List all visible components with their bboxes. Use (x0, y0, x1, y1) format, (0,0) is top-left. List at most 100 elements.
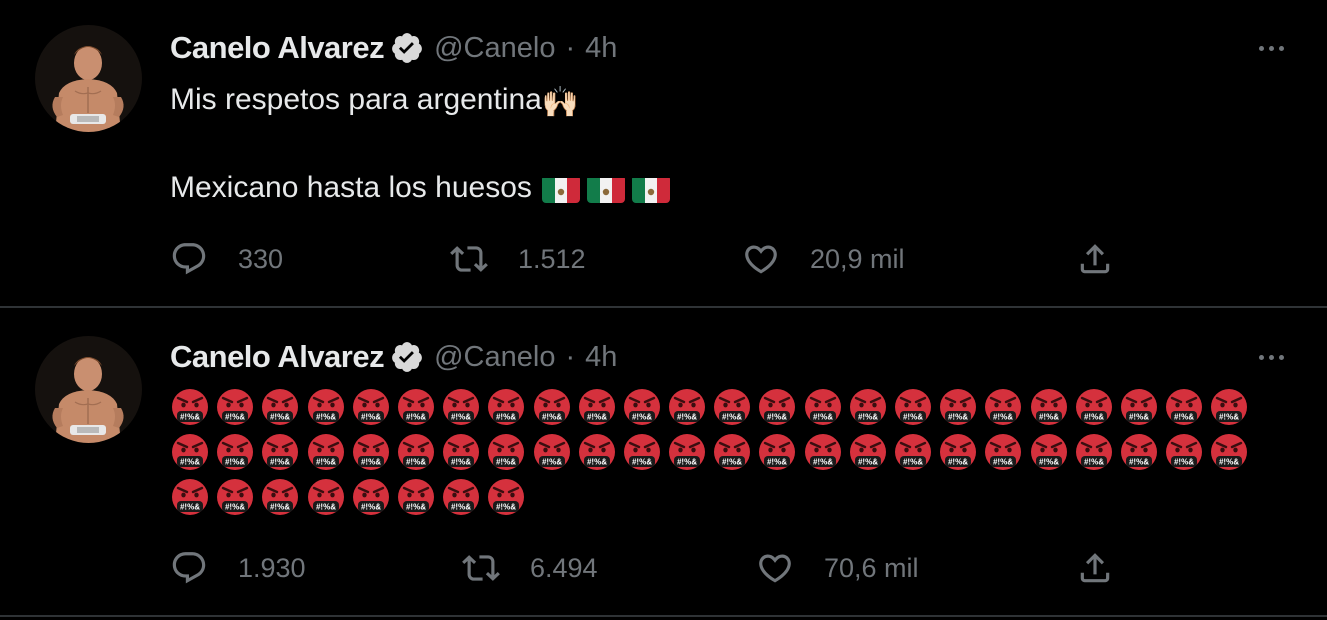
face-with-symbols-on-mouth-emoji: #!%& (533, 434, 570, 470)
retweet-button[interactable]: 1.512 (450, 239, 586, 279)
face-with-symbols-on-mouth-emoji: #!%& (759, 434, 796, 470)
svg-text:#!%&: #!%& (767, 458, 787, 467)
face-with-symbols-on-mouth-emoji: #!%& (488, 479, 525, 515)
author-name[interactable]: Canelo Alvarez (170, 30, 385, 66)
svg-text:#!%&: #!%& (1219, 458, 1239, 467)
svg-text:#!%&: #!%& (587, 458, 607, 467)
face-with-symbols-on-mouth-emoji: #!%& (714, 434, 751, 470)
author-name[interactable]: Canelo Alvarez (170, 339, 385, 375)
like-button[interactable]: 20,9 mil (742, 239, 905, 279)
face-with-symbols-on-mouth-emoji: #!%& (443, 434, 480, 470)
svg-text:#!%&: #!%& (1219, 413, 1239, 422)
tweet-text-line: Mexicano hasta los huesos (170, 166, 1280, 210)
tweet-text-content: Mexicano hasta los huesos (170, 171, 532, 204)
tweet[interactable]: Canelo Alvarez @Canelo · 4h Mis respetos… (0, 0, 1327, 308)
svg-text:#!%&: #!%& (722, 413, 742, 422)
svg-text:#!%&: #!%& (767, 413, 787, 422)
svg-text:#!%&: #!%& (406, 458, 426, 467)
emoji-row: #!%& #!%& #!%& #!%& #!%& #!%& #!%& #!%& (170, 476, 1270, 521)
tweet-actions: 330 1.512 20,9 mil (170, 239, 1130, 279)
face-with-symbols-on-mouth-emoji: #!%& (217, 389, 254, 425)
svg-text:#!%&: #!%& (225, 458, 245, 467)
tweet-text-content: Mis respetos para argentina (170, 83, 542, 116)
face-with-symbols-on-mouth-emoji: #!%& (940, 389, 977, 425)
face-with-symbols-on-mouth-emoji: #!%& (172, 479, 208, 515)
mexico-flag-emoji (586, 175, 625, 203)
svg-text:#!%&: #!%& (632, 458, 652, 467)
face-with-symbols-on-mouth-emoji: #!%& (443, 479, 480, 515)
face-with-symbols-on-mouth-emoji: #!%& (1211, 434, 1248, 470)
more-button[interactable] (1251, 30, 1291, 66)
svg-text:#!%&: #!%& (948, 413, 968, 422)
share-button[interactable] (1076, 239, 1114, 279)
face-with-symbols-on-mouth-emoji: #!%& (307, 389, 344, 425)
svg-text:#!%&: #!%& (1174, 458, 1194, 467)
face-with-symbols-on-mouth-emoji: #!%& (262, 479, 299, 515)
reply-button[interactable]: 330 (170, 239, 283, 279)
avatar[interactable] (35, 25, 142, 132)
svg-text:#!%&: #!%& (496, 503, 516, 512)
more-icon (1258, 45, 1264, 51)
svg-text:#!%&: #!%& (270, 503, 290, 512)
svg-text:#!%&: #!%& (722, 458, 742, 467)
raised-hands-emoji: 🙌🏻 (541, 86, 580, 119)
svg-text:#!%&: #!%& (1084, 458, 1104, 467)
tweet-time[interactable]: 4h (585, 341, 617, 374)
tweet-text: #!%& #!%& #!%& #!%& #!%& #!%& #!%& #!%& #!%& #!%&… (170, 386, 1270, 521)
more-button[interactable] (1251, 339, 1291, 375)
svg-text:#!%&: #!%& (316, 503, 336, 512)
face-with-symbols-on-mouth-emoji: #!%& (714, 389, 751, 425)
svg-text:#!%&: #!%& (361, 458, 381, 467)
like-button[interactable]: 70,6 mil (756, 548, 919, 588)
tweet-header: Canelo Alvarez @Canelo · 4h (170, 337, 1327, 377)
tweet[interactable]: Canelo Alvarez @Canelo · 4h #!%& #!%& #!%&… (0, 308, 1327, 617)
heart-icon (759, 554, 791, 583)
face-with-symbols-on-mouth-emoji: #!%& (578, 389, 615, 425)
face-with-symbols-on-mouth-emoji: #!%& (397, 434, 434, 470)
author-handle[interactable]: @Canelo (434, 32, 555, 65)
svg-text:#!%&: #!%& (451, 413, 471, 422)
share-icon (1080, 244, 1110, 274)
avatar[interactable] (35, 336, 142, 443)
face-with-symbols-on-mouth-emoji: #!%& (1211, 389, 1248, 425)
face-with-symbols-on-mouth-emoji: #!%& (217, 479, 254, 515)
svg-text:#!%&: #!%& (496, 413, 516, 422)
svg-text:#!%&: #!%& (451, 458, 471, 467)
face-with-symbols-on-mouth-emoji: #!%& (352, 389, 389, 425)
retweet-button[interactable]: 6.494 (462, 548, 598, 588)
svg-text:#!%&: #!%& (1129, 458, 1149, 467)
reply-button[interactable]: 1.930 (170, 548, 306, 588)
svg-text:#!%&: #!%& (858, 458, 878, 467)
tweet-time[interactable]: 4h (585, 32, 617, 65)
author-handle[interactable]: @Canelo (434, 341, 555, 374)
face-with-symbols-on-mouth-emoji: #!%& (172, 389, 208, 425)
face-with-symbols-on-mouth-emoji: #!%& (307, 434, 344, 470)
face-with-symbols-on-mouth-emoji: #!%& (488, 434, 525, 470)
face-with-symbols-on-mouth-emoji: #!%& (1075, 434, 1112, 470)
emoji-row: #!%& #!%& #!%& #!%& #!%& #!%& #!%& #!%& #!%& #!%&… (170, 431, 1270, 476)
face-with-symbols-on-mouth-emoji: #!%& (804, 434, 841, 470)
face-with-symbols-on-mouth-emoji: #!%& (1120, 389, 1157, 425)
svg-text:#!%&: #!%& (316, 458, 336, 467)
face-with-symbols-on-mouth-emoji: #!%& (985, 434, 1022, 470)
share-button[interactable] (1076, 548, 1114, 588)
face-with-symbols-on-mouth-emoji: #!%& (307, 479, 344, 515)
face-with-symbols-on-mouth-emoji: #!%& (669, 389, 706, 425)
svg-text:#!%&: #!%& (316, 413, 336, 422)
face-with-symbols-on-mouth-emoji: #!%& (397, 479, 434, 515)
svg-text:#!%&: #!%& (587, 413, 607, 422)
svg-text:#!%&: #!%& (903, 413, 923, 422)
svg-text:#!%&: #!%& (813, 413, 833, 422)
tweet-text: Mis respetos para argentina🙌🏻 Mexicano h… (170, 78, 1280, 210)
svg-text:#!%&: #!%& (180, 413, 200, 422)
svg-text:#!%&: #!%& (1084, 413, 1104, 422)
face-with-symbols-on-mouth-emoji: #!%& (940, 434, 977, 470)
like-count: 20,9 mil (810, 243, 905, 274)
retweet-count: 1.512 (518, 243, 586, 274)
face-with-symbols-on-mouth-emoji: #!%& (217, 434, 254, 470)
svg-text:#!%&: #!%& (948, 458, 968, 467)
face-with-symbols-on-mouth-emoji: #!%& (623, 389, 660, 425)
face-with-symbols-on-mouth-emoji: #!%& (533, 389, 570, 425)
face-with-symbols-on-mouth-emoji: #!%& (1166, 389, 1203, 425)
svg-text:#!%&: #!%& (270, 413, 290, 422)
